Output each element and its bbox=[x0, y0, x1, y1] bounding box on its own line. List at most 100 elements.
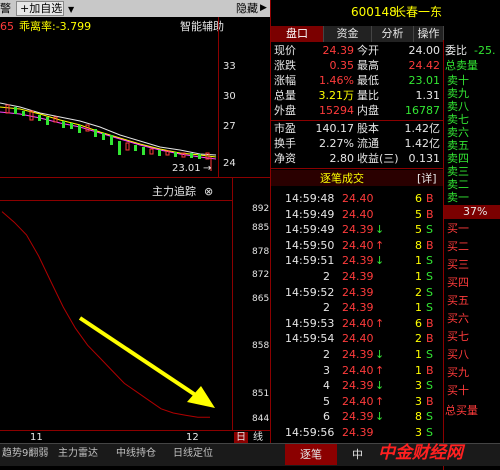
trade-side: S bbox=[426, 348, 433, 361]
trade-price: 24.39 bbox=[342, 348, 374, 361]
quote-value: 140.17 bbox=[315, 122, 355, 135]
quote-label: 净资 bbox=[274, 152, 296, 165]
trade-volume: 1 bbox=[415, 363, 422, 377]
trade-side: B bbox=[426, 207, 434, 221]
quote-value: 3.21万 bbox=[318, 89, 355, 102]
bottom-tab-trend[interactable]: 趋势9翻弱 bbox=[2, 443, 48, 465]
trade-volume: 6 bbox=[415, 316, 422, 330]
trade-price: 24.40 bbox=[342, 332, 374, 346]
trade-price: 24.39 bbox=[342, 285, 374, 299]
down-arrow-icon: ↓ bbox=[375, 348, 385, 361]
orderbook-ratio-bar: 37% bbox=[444, 205, 500, 219]
bottom-tab-daily[interactable]: 日线定位 bbox=[173, 443, 213, 465]
quote-label: 最高 bbox=[357, 59, 379, 72]
trade-price: 24.39 bbox=[342, 410, 374, 424]
trade-volume: 2 bbox=[415, 332, 422, 346]
trade-time: 14:59:49 bbox=[285, 207, 335, 221]
tab-operation-label: 操作 bbox=[417, 27, 440, 40]
watermark-text: 中金财经网 bbox=[378, 443, 463, 463]
trade-time: 2 bbox=[323, 348, 330, 361]
bottom-tab-tick[interactable]: 逐笔 bbox=[285, 444, 337, 465]
down-arrow-icon: ↓ bbox=[375, 379, 385, 393]
quote-value: 1.42亿 bbox=[404, 122, 441, 135]
trade-volume: 3 bbox=[415, 379, 422, 393]
up-arrow-icon: ↑ bbox=[375, 394, 385, 408]
trade-side: B bbox=[426, 192, 434, 205]
trade-side: B bbox=[426, 332, 434, 346]
trade-time: 14:59:49 bbox=[285, 223, 335, 237]
trade-side: S bbox=[426, 410, 433, 424]
hide-arrow-icon[interactable]: ▶ bbox=[260, 2, 267, 15]
quote-value: 1.42亿 bbox=[404, 137, 441, 150]
orderbook-header-value: -25. bbox=[474, 44, 496, 57]
quote-label: 内盘 bbox=[357, 104, 379, 117]
bottom-tab-tick-label: 逐笔 bbox=[300, 448, 322, 461]
trade-side: B bbox=[426, 363, 434, 377]
trade-price: 24.40 bbox=[342, 363, 374, 377]
trade-price: 24.39 bbox=[342, 270, 374, 283]
trade-time: 14:59:54 bbox=[285, 332, 335, 346]
tab-order-book[interactable]: 盘口 bbox=[271, 26, 324, 42]
trade-volume: 1 bbox=[415, 254, 422, 268]
trade-volume: 6 bbox=[415, 192, 422, 205]
sell-level-label: 卖四 bbox=[447, 152, 469, 165]
up-arrow-icon: ↑ bbox=[375, 316, 385, 330]
chip-y-tick: 878 bbox=[252, 247, 270, 257]
trade-price: 24.40 bbox=[342, 316, 374, 330]
trade-side: S bbox=[426, 254, 433, 268]
trade-side: S bbox=[426, 270, 433, 283]
buy-level-label: 买三 bbox=[447, 258, 469, 271]
bottom-tab-holding[interactable]: 中线持仓 bbox=[116, 443, 156, 465]
up-arrow-icon: ↑ bbox=[375, 238, 385, 252]
sell-level-label: 卖八 bbox=[447, 100, 469, 113]
quote-value: 2.80 bbox=[329, 152, 355, 165]
quote-value: 24.39 bbox=[322, 44, 355, 57]
trade-time: 14:59:53 bbox=[285, 316, 335, 330]
kline-y-tick: 24 bbox=[223, 158, 236, 169]
trade-side: B bbox=[426, 238, 434, 252]
trade-volume: 5 bbox=[415, 207, 422, 221]
dropdown-icon[interactable]: ▼ bbox=[68, 3, 74, 16]
down-arrow-icon: ↓ bbox=[375, 223, 385, 237]
trade-time: 6 bbox=[323, 410, 330, 424]
indicator-menu-icon[interactable]: ⊗ bbox=[204, 185, 213, 198]
quote-value: 16787 bbox=[405, 104, 440, 117]
chip-right-border bbox=[232, 178, 233, 430]
quote-label: 最低 bbox=[357, 74, 379, 87]
kline-right-border bbox=[218, 17, 219, 177]
ma-line-magenta bbox=[0, 111, 217, 160]
sell-level-label: 卖十 bbox=[447, 74, 469, 87]
tab-funds[interactable]: 资金 bbox=[324, 26, 372, 42]
trade-time: 14:59:51 bbox=[285, 254, 335, 268]
watermark-logo: 中金财经网 bbox=[372, 440, 498, 465]
trade-time: 3 bbox=[323, 363, 330, 377]
down-arrow-icon: ↓ bbox=[375, 410, 385, 424]
buy-level-label: 买二 bbox=[447, 240, 469, 253]
chip-y-tick: 865 bbox=[252, 294, 270, 304]
trade-volume: 1 bbox=[415, 301, 422, 315]
trade-time: 14:59:56 bbox=[285, 426, 335, 439]
orderbook-ratio-value: 37% bbox=[463, 205, 488, 218]
trade-side: S bbox=[426, 285, 433, 299]
quote-label: 流通 bbox=[357, 137, 379, 150]
trade-price: 24.40 bbox=[342, 394, 374, 408]
trade-side: S bbox=[426, 426, 433, 439]
kline-y-tick: 30 bbox=[223, 91, 236, 102]
trade-volume: 1 bbox=[415, 348, 422, 361]
low-price-arrow: → bbox=[203, 163, 212, 174]
bottom-tab-right[interactable]: 中 bbox=[352, 448, 363, 461]
trade-side: S bbox=[426, 223, 433, 237]
down-arrow-icon: ↓ bbox=[375, 254, 385, 268]
period-tab-day[interactable]: 日 bbox=[234, 432, 248, 443]
trades-detail-button[interactable]: [详] bbox=[417, 172, 437, 185]
buy-level-label: 买六 bbox=[447, 312, 469, 325]
add-self-button[interactable]: +加自选 bbox=[16, 1, 64, 16]
tab-operation[interactable]: 操作 bbox=[414, 26, 444, 42]
tab-analysis[interactable]: 分析 bbox=[372, 26, 414, 42]
bottom-tab-radar[interactable]: 主力雷达 bbox=[58, 443, 98, 465]
quote-label: 市盈 bbox=[274, 122, 296, 135]
trade-time: 14:59:52 bbox=[285, 285, 335, 299]
hide-button[interactable]: 隐藏 bbox=[236, 2, 258, 15]
quote-sep-2 bbox=[271, 168, 443, 169]
quote-label: 今开 bbox=[357, 44, 379, 57]
